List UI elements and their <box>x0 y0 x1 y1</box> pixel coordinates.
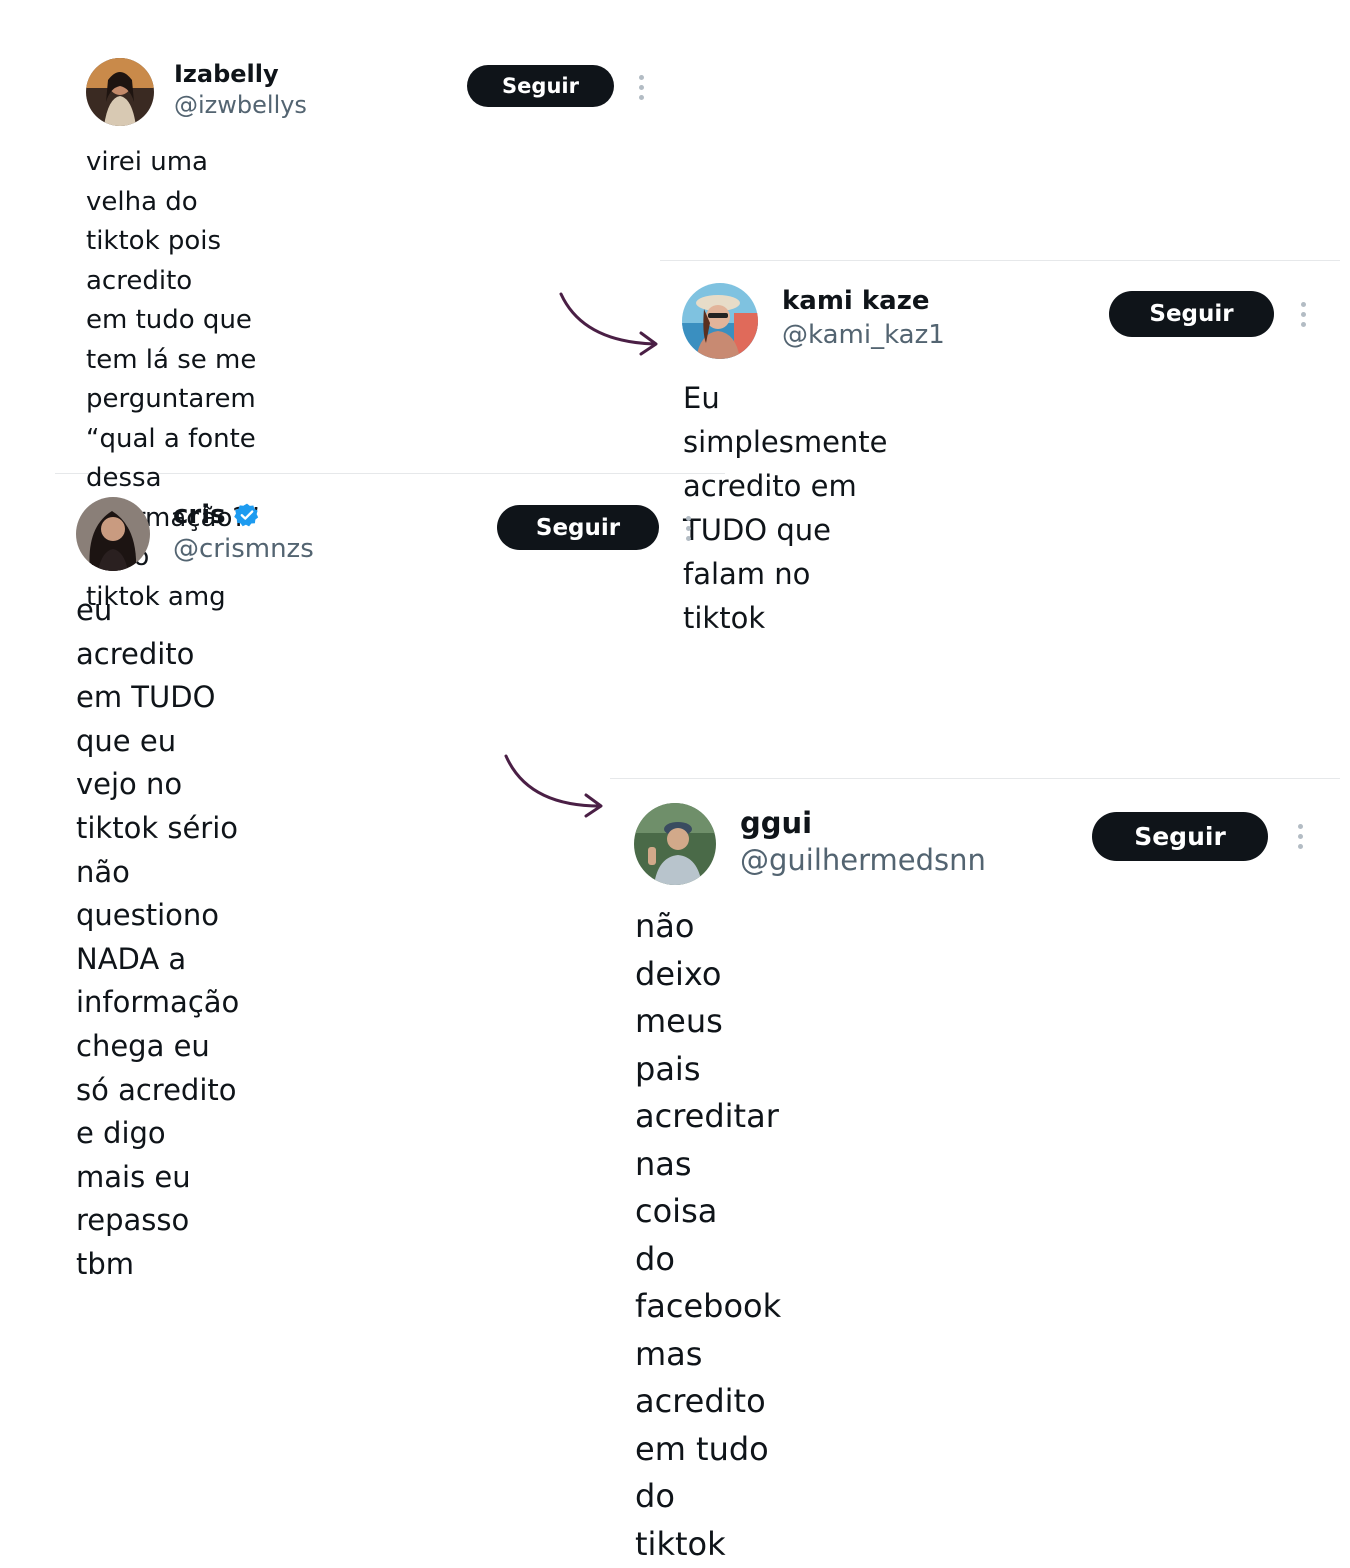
avatar-photo-icon <box>76 497 150 571</box>
avatar[interactable] <box>634 803 716 885</box>
user-handle[interactable]: @kami_kaz1 <box>782 320 945 350</box>
avatar[interactable] <box>76 497 150 571</box>
display-name[interactable]: kami kaze <box>782 286 930 316</box>
user-handle[interactable]: @izwbellys <box>174 91 307 119</box>
display-name[interactable]: ggui <box>740 806 812 840</box>
divider <box>610 778 1340 779</box>
more-options-icon[interactable] <box>633 75 649 100</box>
more-options-icon[interactable] <box>1292 824 1308 849</box>
display-name[interactable]: cris <box>173 500 260 530</box>
arrow-icon <box>559 292 658 356</box>
avatar-photo-icon <box>634 803 716 885</box>
tweet-text: não deixo meus pais acreditar nas coisa … <box>635 907 782 1563</box>
more-options-icon[interactable] <box>680 516 696 541</box>
more-options-icon[interactable] <box>1295 302 1311 327</box>
user-handle[interactable]: @guilhermedsnn <box>740 843 986 877</box>
avatar-photo-icon <box>682 283 758 359</box>
follow-button[interactable]: Seguir <box>1092 812 1268 861</box>
display-name-text: kami kaze <box>782 286 930 316</box>
arrow-icon <box>504 754 603 818</box>
display-name[interactable]: Izabelly <box>174 60 279 88</box>
display-name-text: ggui <box>740 806 813 840</box>
avatar[interactable] <box>682 283 758 359</box>
follow-button[interactable]: Seguir <box>1109 291 1274 337</box>
avatar[interactable] <box>86 58 154 126</box>
display-name-text: Izabelly <box>174 60 279 88</box>
display-name-text: cris <box>173 500 226 530</box>
avatar-photo-icon <box>86 58 154 126</box>
follow-button[interactable]: Seguir <box>497 505 659 550</box>
tweet-text: eu acredito em TUDO que eu vejo no tikto… <box>76 593 240 1281</box>
divider <box>660 260 1340 261</box>
tweet-text: Eu simplesmente acredito em TUDO que fal… <box>683 381 888 635</box>
verified-badge-icon <box>233 503 258 527</box>
user-handle[interactable]: @crismnzs <box>173 534 314 564</box>
follow-button[interactable]: Seguir <box>467 65 614 107</box>
